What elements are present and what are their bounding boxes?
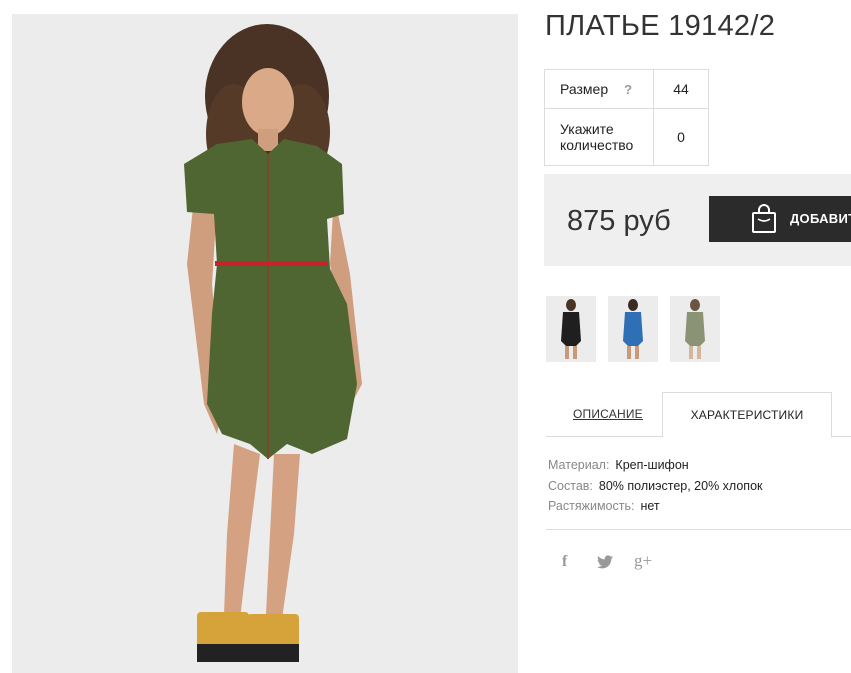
thumbnail-black-dress[interactable] xyxy=(546,296,596,362)
quantity-label-line1: Укажите xyxy=(560,121,614,137)
spec-key: Состав: xyxy=(548,478,593,493)
quantity-input[interactable]: 0 xyxy=(653,108,709,166)
spec-value: 80% полиэстер, 20% хлопок xyxy=(598,478,763,493)
options-table: Размер? 44 Укажите количество 0 xyxy=(544,69,709,166)
product-main-image[interactable] xyxy=(12,14,518,673)
size-help-icon[interactable]: ? xyxy=(624,82,632,97)
tab-description[interactable]: ОПИСАНИЕ xyxy=(573,407,643,421)
add-to-cart-button[interactable]: ДОБАВИТ xyxy=(709,196,851,242)
thumbnail-blue-dress[interactable] xyxy=(608,296,658,362)
size-value[interactable]: 44 xyxy=(653,69,709,109)
model-illustration xyxy=(12,14,518,673)
spec-value: Креп-шифон xyxy=(615,458,689,472)
product-title: ПЛАТЬЕ 19142/2 xyxy=(545,10,776,42)
shopping-bag-icon xyxy=(752,204,776,233)
size-label: Размер xyxy=(560,81,609,97)
spec-value: нет xyxy=(640,499,660,513)
spec-row: Материал: Креп-шифон xyxy=(548,455,762,476)
add-to-cart-label: ДОБАВИТ xyxy=(790,211,851,226)
facebook-icon[interactable]: f xyxy=(562,553,567,571)
twitter-icon[interactable] xyxy=(597,555,613,574)
spec-row: Состав: 80% полиэстер, 20% хлопок xyxy=(548,476,762,497)
google-plus-icon[interactable]: g+ xyxy=(634,551,652,571)
spec-key: Растяжимость: xyxy=(548,499,635,513)
price-box: 875 руб ДОБАВИТ xyxy=(544,174,851,266)
tab-characteristics[interactable]: ХАРАКТЕРИСТИКИ xyxy=(662,392,832,438)
specs-list: Материал: Креп-шифон Состав: 80% полиэстер… xyxy=(548,455,762,517)
price: 875 руб xyxy=(567,205,671,237)
section-divider xyxy=(546,529,851,530)
product-tabs: ОПИСАНИЕ ХАРАКТЕРИСТИКИ xyxy=(546,392,851,438)
thumbnail-green-dress[interactable] xyxy=(670,296,720,362)
spec-key: Материал: xyxy=(548,458,610,472)
quantity-label-line2: количество xyxy=(560,137,634,153)
spec-row: Растяжимость: нет xyxy=(548,496,762,517)
